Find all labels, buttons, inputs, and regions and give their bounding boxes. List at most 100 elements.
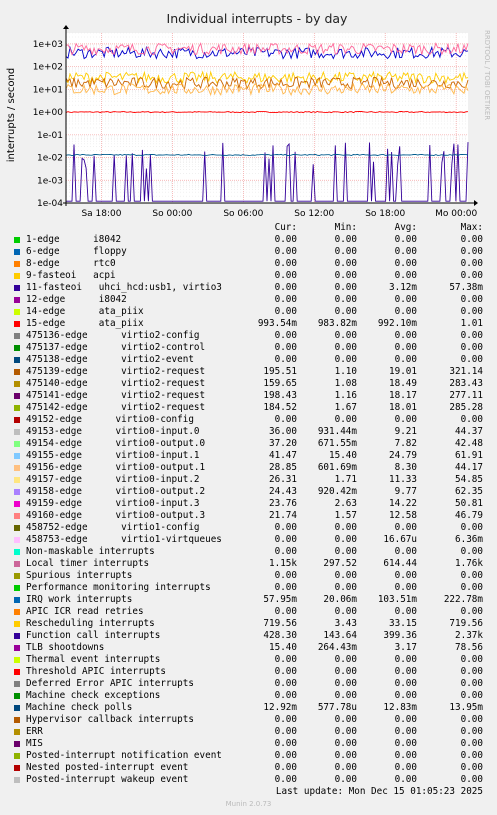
legend-row: 14-edge ata_piix 0.00 0.00 0.00 0.00 — [0, 306, 497, 318]
legend-max: 0.00 — [460, 582, 483, 593]
legend-avg: 33.15 — [389, 618, 417, 629]
legend-avg: 3.17 — [394, 642, 417, 653]
y-tick-label: 1e-03 — [37, 176, 63, 186]
legend-max: 42.48 — [455, 438, 483, 449]
legend-avg: 12.58 — [389, 510, 417, 521]
legend-swatch — [14, 549, 20, 555]
legend-avg: 0.00 — [394, 606, 417, 617]
legend-label: 475138-edge virtio2-event — [26, 354, 194, 365]
y-tick-label: 1e+02 — [33, 63, 63, 73]
legend-label: 475137-edge virtio2-control — [26, 342, 206, 353]
legend-row: 15-edge ata_piix 993.54m 983.82m 992.10m 1.0… — [0, 318, 497, 330]
legend-max: 321.14 — [449, 366, 483, 377]
legend-swatch — [14, 657, 20, 663]
x-tick-label: So 06:00 — [223, 209, 263, 219]
legend-avg: 14.22 — [389, 498, 417, 509]
legend-swatch — [14, 705, 20, 711]
legend-max: 0.00 — [460, 294, 483, 305]
legend-swatch — [14, 249, 20, 255]
legend-avg: 12.83m — [383, 702, 417, 713]
legend-swatch — [14, 453, 20, 459]
legend-avg: 18.17 — [389, 390, 417, 401]
legend-label: 458753-edge virtio1-virtqueues — [26, 534, 222, 545]
legend-swatch — [14, 357, 20, 363]
legend-swatch — [14, 585, 20, 591]
plot-area — [66, 33, 468, 203]
legend-max: 0.00 — [460, 354, 483, 365]
legend-max: 0.00 — [460, 774, 483, 785]
legend-max: 285.28 — [449, 402, 483, 413]
legend-avg: 0.00 — [394, 750, 417, 761]
legend-row: Threshold APIC interrupts 0.00 0.00 0.00 0.0… — [0, 666, 497, 678]
legend-header: Cur: Min: Avg: Max: — [0, 222, 497, 234]
legend-row: 49159-edge virtio0-input.3 23.76 2.63 14.22… — [0, 498, 497, 510]
legend-max: 0.00 — [460, 738, 483, 749]
legend-avg: 24.79 — [389, 450, 417, 461]
legend-label: Nested posted-interrupt event — [26, 762, 189, 773]
legend-label: 9-fasteoi acpi — [26, 270, 116, 281]
legend-row: Hypervisor callback interrupts 0.00 0.00 0.… — [0, 714, 497, 726]
legend-label: IRQ work interrupts — [26, 594, 133, 605]
legend-swatch — [14, 393, 20, 399]
legend-row: 11-fasteoi uhci_hcd:usb1, virtio3 0.00 0.0… — [0, 282, 497, 294]
legend-row: 475140-edge virtio2-request 159.65 1.08 18.… — [0, 378, 497, 390]
legend-avg: 3.12m — [389, 282, 417, 293]
legend-row: 49158-edge virtio0-output.2 24.43 920.42m 9… — [0, 486, 497, 498]
legend-max: 0.00 — [460, 522, 483, 533]
legend-avg: 0.00 — [394, 690, 417, 701]
legend-label: Threshold APIC interrupts — [26, 666, 166, 677]
legend-label: Rescheduling interrupts — [26, 618, 155, 629]
legend-swatch — [14, 597, 20, 603]
legend-label: 475140-edge virtio2-request — [26, 378, 206, 389]
legend-avg: 992.10m — [377, 318, 417, 329]
x-tick-label: Mo 00:00 — [435, 209, 477, 219]
legend-avg: 0.00 — [394, 342, 417, 353]
legend-row: 475139-edge virtio2-request 195.51 1.10 19.… — [0, 366, 497, 378]
legend-avg: 8.30 — [394, 462, 417, 473]
legend-label: 475139-edge virtio2-request — [26, 366, 206, 377]
legend-avg: 0.00 — [394, 330, 417, 341]
legend-max: 0.00 — [460, 570, 483, 581]
legend-max: 44.17 — [455, 462, 483, 473]
legend-max: 0.00 — [460, 726, 483, 737]
legend-avg: 103.51m — [377, 594, 417, 605]
legend-max: 222.78m — [443, 594, 483, 605]
legend-row: Thermal event interrupts 0.00 0.00 0.00 0.00 — [0, 654, 497, 666]
legend-label: 14-edge ata_piix — [26, 306, 144, 317]
last-update: Last update: Mon Dec 15 01:05:23 2025 — [275, 786, 483, 797]
legend-label: Function call interrupts — [26, 630, 161, 641]
legend-swatch — [14, 309, 20, 315]
legend-label: ERR — [26, 726, 43, 737]
legend-row: 458752-edge virtio1-config 0.00 0.00 0.00 0.… — [0, 522, 497, 534]
legend-swatch — [14, 681, 20, 687]
legend-avg: 11.33 — [389, 474, 417, 485]
legend-max: 0.00 — [460, 678, 483, 689]
legend-swatch — [14, 333, 20, 339]
legend-label: Performance monitoring interrupts — [26, 582, 211, 593]
legend-label: 475142-edge virtio2-request — [26, 402, 206, 413]
legend-avg: 0.00 — [394, 666, 417, 677]
header-max: Max: — [460, 222, 483, 233]
legend-avg: 0.00 — [394, 678, 417, 689]
legend-swatch — [14, 537, 20, 543]
legend-max: 2.37k — [455, 630, 483, 641]
legend-max: 13.95m — [449, 702, 483, 713]
legend-avg: 0.00 — [394, 354, 417, 365]
legend-max: 0.00 — [460, 606, 483, 617]
legend-row: Posted-interrupt notification event 0.00 0… — [0, 750, 497, 762]
legend-swatch — [14, 417, 20, 423]
legend-row: 475138-edge virtio2-event 0.00 0.00 0.00 0.0… — [0, 354, 497, 366]
legend-table: Cur: Min: Avg: Max: 1-edge i8042 0.00 0.00… — [0, 222, 497, 786]
x-tick-label: Sa 18:00 — [81, 209, 121, 219]
legend-avg: 0.00 — [394, 738, 417, 749]
legend-label: Machine check polls — [26, 702, 133, 713]
y-tick-label: 1e+03 — [33, 40, 63, 50]
legend-swatch — [14, 693, 20, 699]
legend-row: Rescheduling interrupts 719.56 3.43 33.15 71… — [0, 618, 497, 630]
legend-row: 6-edge floppy 0.00 0.00 0.00 0.00 — [0, 246, 497, 258]
legend-swatch — [14, 753, 20, 759]
legend-row: 9-fasteoi acpi 0.00 0.00 0.00 0.00 — [0, 270, 497, 282]
legend-max: 46.79 — [455, 510, 483, 521]
legend-max: 0.00 — [460, 762, 483, 773]
legend-label: Hypervisor callback interrupts — [26, 714, 194, 725]
